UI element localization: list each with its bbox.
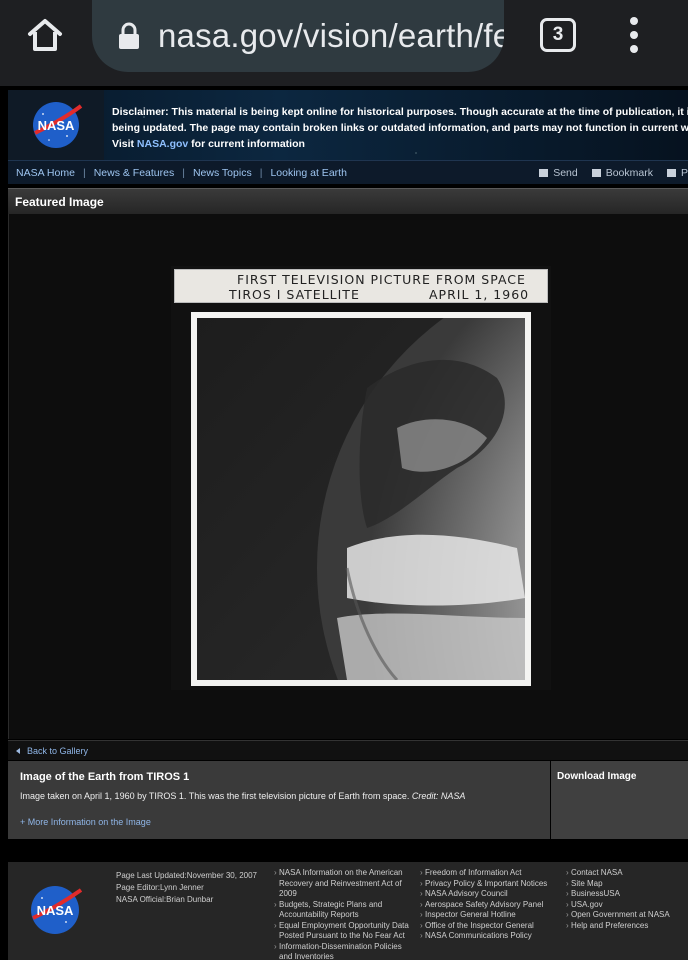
disclaimer-line-1: Disclaimer: This material is being kept … bbox=[112, 106, 688, 118]
nav-news-features[interactable]: News & Features bbox=[86, 167, 183, 179]
svg-text:NASA: NASA bbox=[37, 903, 74, 918]
print-icon bbox=[666, 169, 676, 177]
photo-caption-satellite: TIROS I SATELLITE bbox=[229, 287, 360, 302]
footer-link[interactable]: NASA Advisory Council bbox=[420, 889, 564, 900]
photo-caption-strip: FIRST TELEVISION PICTURE FROM SPACE TIRO… bbox=[174, 269, 548, 303]
footer-link[interactable]: Site Map bbox=[566, 879, 686, 890]
home-button[interactable] bbox=[22, 14, 68, 56]
footer-link[interactable]: Information-Dissemination Policies and I… bbox=[274, 942, 414, 960]
address-bar[interactable]: nasa.gov/vision/earth/fe bbox=[92, 0, 504, 72]
svg-text:NASA: NASA bbox=[38, 118, 75, 133]
site-footer: NASA Page Last Updated:November 30, 2007… bbox=[8, 862, 688, 960]
footer-link[interactable]: Help and Preferences bbox=[566, 921, 686, 932]
footer-link[interactable]: Privacy Policy & Important Notices bbox=[420, 879, 564, 890]
earth-image-frame bbox=[191, 312, 531, 686]
earth-image bbox=[197, 318, 525, 680]
image-credit: Credit: NASA bbox=[411, 791, 466, 801]
featured-image-heading: Featured Image bbox=[8, 188, 688, 214]
nav-looking-at-earth[interactable]: Looking at Earth bbox=[262, 167, 354, 179]
back-to-gallery-label: Back to Gallery bbox=[27, 745, 89, 756]
more-information-link[interactable]: + More Information on the Image bbox=[20, 817, 538, 827]
footer-link[interactable]: Aerospace Safety Advisory Panel bbox=[420, 900, 564, 911]
screen: nasa.gov/vision/earth/fe 3 NASA Disclaim… bbox=[0, 0, 688, 960]
page-meta: Page Last Updated:November 30, 2007 Page… bbox=[116, 870, 257, 906]
footer-link[interactable]: USA.gov bbox=[566, 900, 686, 911]
bookmark-icon bbox=[591, 169, 601, 177]
image-description: Image taken on April 1, 1960 by TIROS 1.… bbox=[20, 791, 538, 801]
nav-nasa-home[interactable]: NASA Home bbox=[8, 167, 83, 179]
footer-link[interactable]: NASA Communications Policy bbox=[420, 931, 564, 942]
footer-nasa-logo[interactable]: NASA bbox=[28, 884, 83, 938]
nasa-logo[interactable]: NASA bbox=[8, 90, 104, 160]
page-last-updated: Page Last Updated:November 30, 2007 bbox=[116, 871, 257, 880]
footer-link[interactable]: Inspector General Hotline bbox=[420, 910, 564, 921]
disclaimer-tail-text: for current information bbox=[188, 138, 305, 150]
footer-link[interactable]: Budgets, Strategic Plans and Accountabil… bbox=[274, 900, 414, 921]
tab-count: 3 bbox=[552, 24, 564, 45]
disclaimer-line-2: being updated. The page may contain brok… bbox=[112, 122, 688, 134]
url-text: nasa.gov/vision/earth/fe bbox=[158, 17, 504, 54]
browser-toolbar: nasa.gov/vision/earth/fe 3 bbox=[0, 0, 688, 86]
lock-icon bbox=[118, 21, 140, 51]
send-button[interactable]: Send bbox=[539, 167, 578, 179]
nasa-official: NASA Official:Brian Dunbar bbox=[116, 895, 214, 904]
send-label: Send bbox=[553, 167, 578, 179]
footer-links-col3: Contact NASA Site Map BusinessUSA USA.go… bbox=[566, 868, 686, 931]
footer-links-col2: Freedom of Information Act Privacy Polic… bbox=[420, 868, 564, 942]
send-icon bbox=[539, 169, 549, 177]
image-description-text: Image taken on April 1, 1960 by TIROS 1.… bbox=[20, 791, 412, 801]
home-icon bbox=[28, 19, 62, 51]
nav-news-topics[interactable]: News Topics bbox=[185, 167, 260, 179]
page-editor: Page Editor:Lynn Jenner bbox=[116, 883, 204, 892]
image-title: Image of the Earth from TIROS 1 bbox=[20, 771, 190, 783]
bookmark-label: Bookmark bbox=[605, 167, 653, 179]
photo-caption-date: APRIL 1, 1960 bbox=[429, 287, 530, 302]
footer-link[interactable]: Office of the Inspector General bbox=[420, 921, 564, 932]
footer-link[interactable]: BusinessUSA bbox=[566, 889, 686, 900]
back-arrow-icon bbox=[16, 747, 20, 754]
print-label: P bbox=[680, 167, 688, 179]
tiros-photo[interactable]: FIRST TELEVISION PICTURE FROM SPACE TIRO… bbox=[171, 266, 551, 690]
download-image-label: Download Image bbox=[557, 771, 637, 782]
nasa-meatball-icon: NASA bbox=[31, 886, 83, 934]
print-button[interactable]: P bbox=[666, 167, 688, 179]
disclaimer: Disclaimer: This material is being kept … bbox=[112, 104, 688, 152]
footer-link[interactable]: Contact NASA bbox=[566, 868, 686, 879]
disclaimer-visit-text: Visit bbox=[112, 138, 137, 150]
footer-link[interactable]: NASA Information on the American Recover… bbox=[274, 868, 414, 900]
web-page: NASA Disclaimer: This material is being … bbox=[0, 86, 688, 960]
nasa-gov-link[interactable]: NASA.gov bbox=[137, 138, 188, 150]
tabs-icon[interactable]: 3 bbox=[540, 18, 576, 52]
footer-link[interactable]: Freedom of Information Act bbox=[420, 868, 564, 879]
featured-title: Featured Image bbox=[15, 194, 104, 209]
nasa-meatball-icon: NASA bbox=[33, 102, 83, 148]
bookmark-button[interactable]: Bookmark bbox=[591, 167, 653, 179]
divider bbox=[0, 843, 688, 857]
photo-caption-line1: FIRST TELEVISION PICTURE FROM SPACE bbox=[237, 272, 526, 287]
back-to-gallery-link[interactable]: Back to Gallery bbox=[8, 740, 688, 760]
overflow-menu-icon[interactable] bbox=[622, 14, 646, 56]
download-image-link[interactable]: Download Image bbox=[551, 761, 688, 839]
footer-link[interactable]: Open Government at NASA bbox=[566, 910, 686, 921]
footer-link[interactable]: Equal Employment Opportunity Data Posted… bbox=[274, 921, 414, 942]
image-panel: FIRST TELEVISION PICTURE FROM SPACE TIRO… bbox=[8, 214, 688, 739]
top-navigation: NASA Home | News & Features | News Topic… bbox=[8, 160, 688, 184]
disclaimer-line-3: Visit NASA.gov for current information bbox=[112, 136, 688, 152]
image-info: Image of the Earth from TIROS 1 Image ta… bbox=[8, 761, 550, 839]
footer-links-col1: NASA Information on the American Recover… bbox=[274, 868, 414, 960]
